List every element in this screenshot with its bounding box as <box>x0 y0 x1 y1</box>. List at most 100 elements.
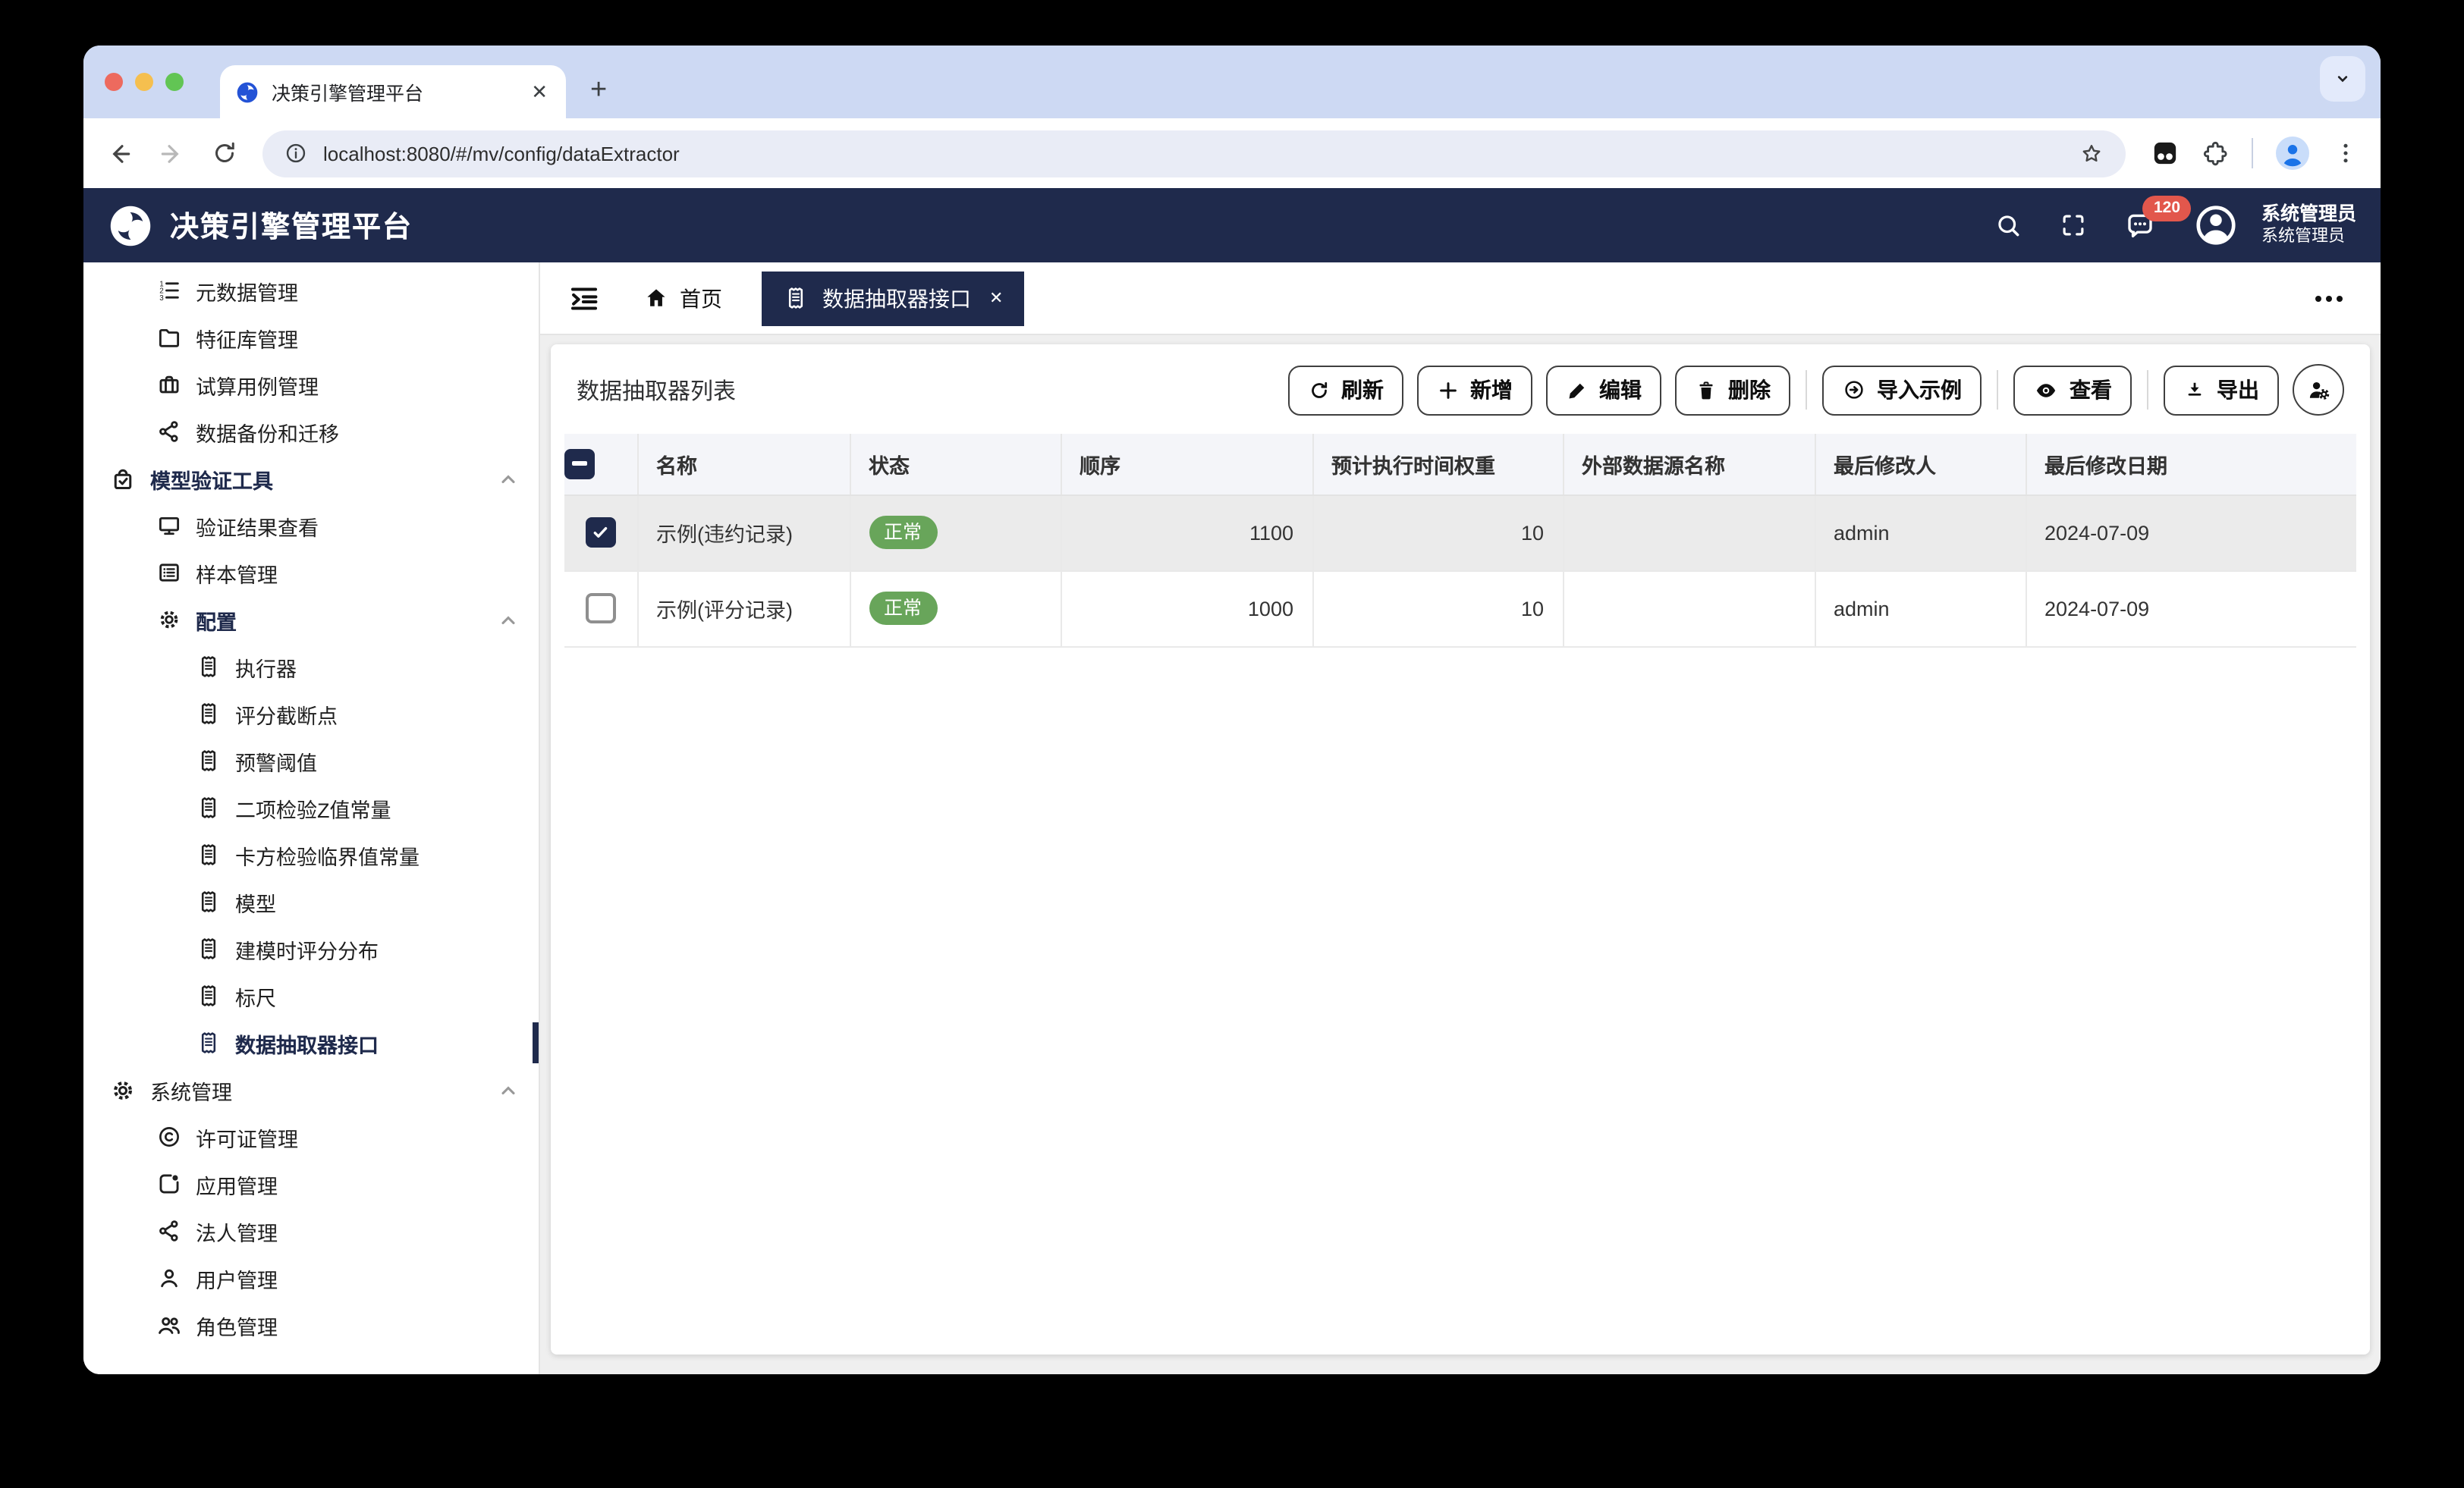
import-sample-button[interactable]: 导入示例 <box>1822 365 1982 415</box>
receipt-icon <box>196 748 222 774</box>
bookmark-star-icon[interactable] <box>2079 140 2104 166</box>
tab-close-icon[interactable]: ✕ <box>528 80 551 104</box>
sidebar-item-data-extractor[interactable]: 数据抽取器接口 <box>83 1019 539 1066</box>
browser-tab[interactable]: 决策引擎管理平台 ✕ <box>220 65 566 118</box>
row-checkbox[interactable] <box>585 517 616 548</box>
sidebar-item-sample-mgmt[interactable]: 样本管理 <box>83 549 539 596</box>
cell-name: 示例(违约记录) <box>637 494 850 571</box>
message-count-badge: 120 <box>2142 196 2192 221</box>
minimize-window-button[interactable] <box>135 73 153 91</box>
sidebar-item-user-mgmt[interactable]: 用户管理 <box>83 1254 539 1301</box>
toolbar-separator <box>2147 370 2148 410</box>
site-info-icon[interactable] <box>284 141 308 165</box>
refresh-button[interactable]: 刷新 <box>1288 365 1403 415</box>
edit-button[interactable]: 编辑 <box>1546 365 1661 415</box>
browser-tabstrip: 决策引擎管理平台 ✕ + <box>83 46 2381 118</box>
receipt-icon <box>783 285 809 311</box>
search-icon[interactable] <box>1994 211 2023 240</box>
list-box-icon <box>156 560 182 585</box>
sidebar-item-score-cutoff[interactable]: 评分截断点 <box>83 690 539 737</box>
view-button[interactable]: 查看 <box>2013 365 2132 415</box>
macos-traffic-lights <box>105 73 184 91</box>
collapse-sidebar-icon[interactable] <box>567 281 601 315</box>
arrow-right-circle-icon <box>1842 378 1866 402</box>
add-button[interactable]: 新增 <box>1417 365 1532 415</box>
address-bar[interactable]: localhost:8080/#/mv/config/dataExtractor <box>262 130 2126 177</box>
chevron-up-icon[interactable] <box>498 609 519 630</box>
svg-text:3: 3 <box>159 294 164 303</box>
receipt-icon <box>196 1030 222 1056</box>
sidebar-item-warning-threshold[interactable]: 预警阈值 <box>83 737 539 784</box>
user-role: 系统管理员 <box>2261 228 2345 246</box>
delete-button[interactable]: 删除 <box>1675 365 1790 415</box>
table-row[interactable]: 示例(评分记录) 正常 1000 10 admin 2024-07-09 <box>564 570 2356 647</box>
receipt-icon <box>196 795 222 821</box>
sidebar-item-ruler[interactable]: 标尺 <box>83 972 539 1019</box>
user-avatar-icon[interactable] <box>2193 202 2240 249</box>
page-tab-bar: 首页 数据抽取器接口 ✕ <box>540 262 2381 335</box>
tab-data-extractor[interactable]: 数据抽取器接口 ✕ <box>762 271 1025 325</box>
cell-order: 1000 <box>1061 570 1313 647</box>
sidebar-item-license-mgmt[interactable]: 许可证管理 <box>83 1113 539 1160</box>
app-window-icon <box>156 1171 182 1197</box>
messages-button[interactable]: 120 <box>2125 196 2192 241</box>
share-nodes-icon <box>156 419 182 444</box>
sidebar-item-chi-square[interactable]: 卡方检验临界值常量 <box>83 831 539 878</box>
sidebar-item-metadata-mgmt[interactable]: 123 元数据管理 <box>83 267 539 314</box>
sidebar-item-backup-migration[interactable]: 数据备份和迁移 <box>83 408 539 455</box>
eye-icon <box>2033 377 2059 403</box>
chevron-down-icon <box>2337 76 2348 83</box>
sidebar-group-model-validation[interactable]: 模型验证工具 <box>83 455 539 502</box>
empty-space <box>564 647 2356 1341</box>
export-button[interactable]: 导出 <box>2164 365 2279 415</box>
tab-close-icon[interactable]: ✕ <box>989 288 1003 308</box>
column-settings-button[interactable] <box>2293 364 2344 416</box>
sidebar-item-validation-results[interactable]: 验证结果查看 <box>83 502 539 549</box>
sidebar-item-legal-entity-mgmt[interactable]: 法人管理 <box>83 1207 539 1254</box>
sidebar-item-trial-cases[interactable]: 试算用例管理 <box>83 361 539 408</box>
sidebar-group-system-mgmt[interactable]: 系统管理 <box>83 1066 539 1113</box>
chrome-menu-icon[interactable] <box>2332 140 2359 167</box>
sidebar-item-role-mgmt[interactable]: 角色管理 <box>83 1301 539 1348</box>
back-button[interactable] <box>105 139 134 168</box>
maximize-window-button[interactable] <box>165 73 184 91</box>
toolbar-separator <box>1997 370 1998 410</box>
extensions-puzzle-icon[interactable] <box>2202 139 2230 168</box>
receipt-icon <box>196 701 222 727</box>
browser-toolbar: localhost:8080/#/mv/config/dataExtractor <box>83 118 2381 188</box>
toolbar-divider <box>2252 138 2253 168</box>
receipt-icon <box>196 889 222 915</box>
sidebar-item-model[interactable]: 模型 <box>83 878 539 925</box>
cell-status: 正常 <box>850 570 1061 647</box>
sidebar-item-executor[interactable]: 执行器 <box>83 643 539 690</box>
row-checkbox[interactable] <box>585 593 616 623</box>
reload-button[interactable] <box>211 140 238 167</box>
cell-weight: 10 <box>1312 494 1564 571</box>
cell-name: 示例(评分记录) <box>637 570 850 647</box>
close-window-button[interactable] <box>105 73 123 91</box>
sidebar-item-modeling-score-dist[interactable]: 建模时评分分布 <box>83 925 539 972</box>
user-info[interactable]: 系统管理员 系统管理员 <box>2261 202 2356 248</box>
chevron-up-icon[interactable] <box>498 1079 519 1100</box>
forward-button[interactable] <box>158 139 187 168</box>
more-tabs-menu[interactable] <box>2311 280 2347 316</box>
col-ext-source: 外部数据源名称 <box>1563 434 1815 495</box>
dark-extension-icon[interactable] <box>2150 138 2180 168</box>
chevron-up-icon[interactable] <box>498 468 519 489</box>
sidebar-item-binomial-z[interactable]: 二项检验Z值常量 <box>83 784 539 831</box>
sidebar-group-config[interactable]: 配置 <box>83 596 539 643</box>
tab-home[interactable]: 首页 <box>643 283 722 313</box>
tab-label: 数据抽取器接口 <box>822 286 971 310</box>
fullscreen-icon[interactable] <box>2060 211 2088 240</box>
select-all-checkbox[interactable] <box>564 448 595 479</box>
cell-modified-by: admin <box>1815 570 2026 647</box>
new-tab-button[interactable]: + <box>590 74 607 108</box>
receipt-icon <box>196 842 222 868</box>
tab-search-button[interactable] <box>2320 56 2365 102</box>
profile-avatar-icon[interactable] <box>2274 135 2311 171</box>
sidebar-item-feature-lib[interactable]: 特征库管理 <box>83 314 539 361</box>
table-row[interactable]: 示例(违约记录) 正常 1100 10 admin 2024-07-09 <box>564 494 2356 571</box>
sidebar-item-app-mgmt[interactable]: 应用管理 <box>83 1160 539 1207</box>
user-gear-icon <box>2305 376 2332 403</box>
plus-icon <box>1437 378 1460 401</box>
